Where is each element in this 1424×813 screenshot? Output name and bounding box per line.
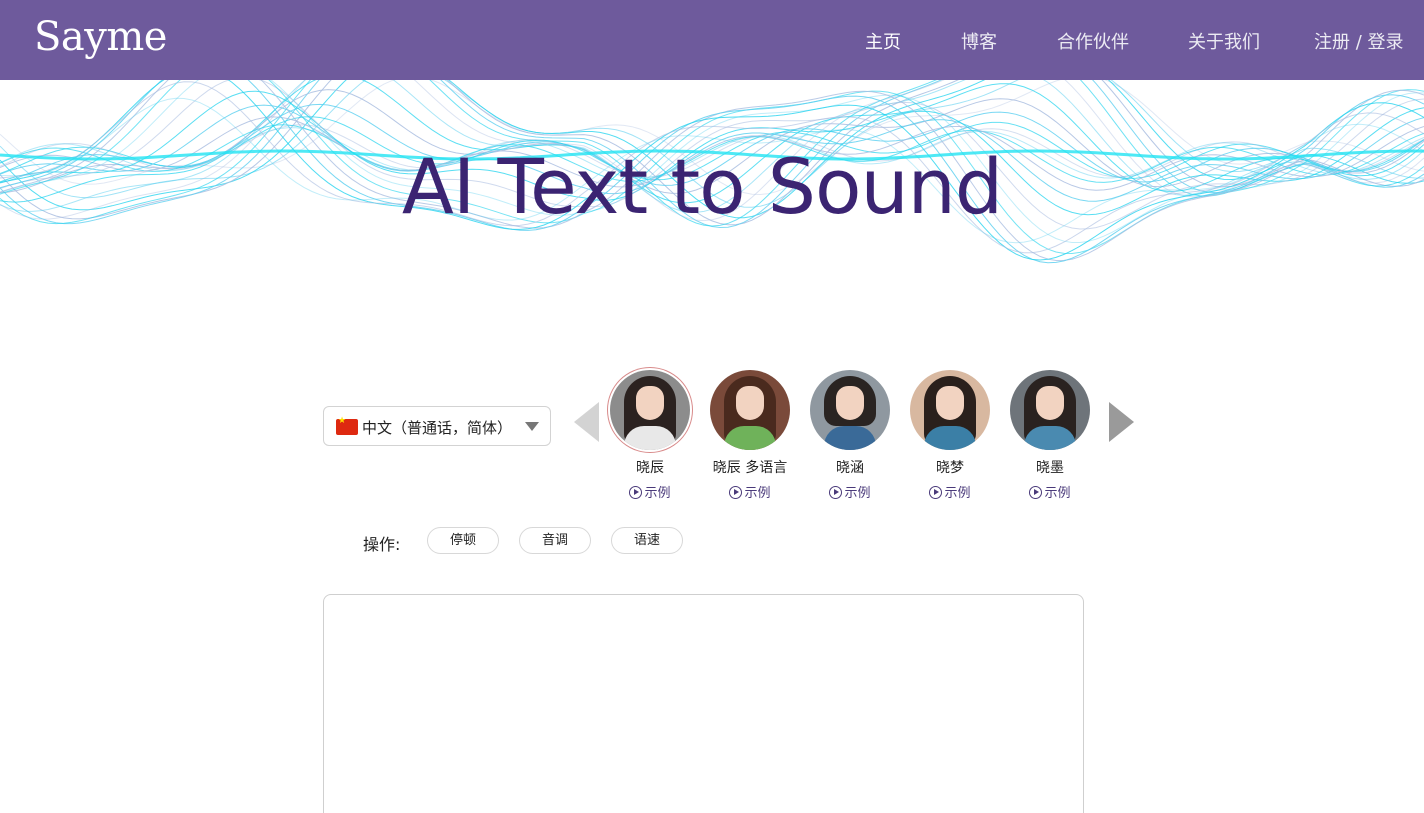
play-circle-icon [629,486,643,499]
voice-card-xiaochen[interactable]: 晓辰 示例 [600,370,700,501]
language-selected-label: 中文（普通话，简体） [362,419,513,437]
play-circle-icon [929,486,943,499]
nav-home-link[interactable]: 主页 [865,28,901,54]
voice-sample-label: 示例 [844,486,871,501]
text-input-area[interactable] [323,594,1084,813]
voice-name: 晓辰 多语言 [712,460,788,476]
language-select[interactable]: 中文（普通话，简体） [323,406,551,446]
voice-sample-button[interactable]: 示例 [600,482,700,501]
hero-banner: AI Text to Sound [0,80,1424,310]
voice-sample-label: 示例 [744,486,771,501]
voice-avatar [810,370,890,450]
speed-button[interactable]: 语速 [611,527,683,554]
hero-title: AI Text to Sound [401,142,1003,231]
nav-blog-link[interactable]: 博客 [961,28,997,54]
voice-sample-button[interactable]: 示例 [1000,482,1100,501]
voice-sample-button[interactable]: 示例 [700,482,800,501]
voice-name: 晓墨 [1036,460,1064,476]
voice-sample-label: 示例 [1044,486,1071,501]
top-nav-bar: Sayme 主页 博客 合作伙伴 关于我们 注册 / 登录 [0,0,1424,80]
play-circle-icon [829,486,843,499]
nav-partners-link[interactable]: 合作伙伴 [1057,28,1129,54]
nav-about-link[interactable]: 关于我们 [1188,28,1260,54]
voice-sample-button[interactable]: 示例 [900,482,1000,501]
voice-avatar [910,370,990,450]
voice-card-xiaomo[interactable]: 晓墨 示例 [1000,370,1100,501]
pitch-button[interactable]: 音调 [519,527,591,554]
voice-sample-label: 示例 [644,486,671,501]
voice-card-xiaochen-multilingual[interactable]: 晓辰 多语言 示例 [700,370,800,501]
voice-sample-label: 示例 [944,486,971,501]
play-circle-icon [1029,486,1043,499]
play-circle-icon [729,486,743,499]
china-flag-icon [336,416,358,435]
carousel-prev-arrow-icon[interactable] [574,402,599,442]
voice-avatar [710,370,790,450]
voice-name: 晓梦 [936,460,964,476]
voice-card-xiaohan[interactable]: 晓涵 示例 [800,370,900,501]
voice-sample-button[interactable]: 示例 [800,482,900,501]
voice-avatar [1010,370,1090,450]
nav-register-login-link[interactable]: 注册 / 登录 [1314,28,1404,54]
voice-card-xiaomeng[interactable]: 晓梦 示例 [900,370,1000,501]
operations-label: 操作: [363,535,401,554]
voice-avatar [610,370,690,450]
pause-button[interactable]: 停顿 [427,527,499,554]
carousel-next-arrow-icon[interactable] [1109,402,1134,442]
dropdown-caret-icon [525,422,539,431]
voice-name: 晓涵 [836,460,864,476]
voice-name: 晓辰 [636,460,664,476]
sayme-logo[interactable]: Sayme [34,14,167,60]
